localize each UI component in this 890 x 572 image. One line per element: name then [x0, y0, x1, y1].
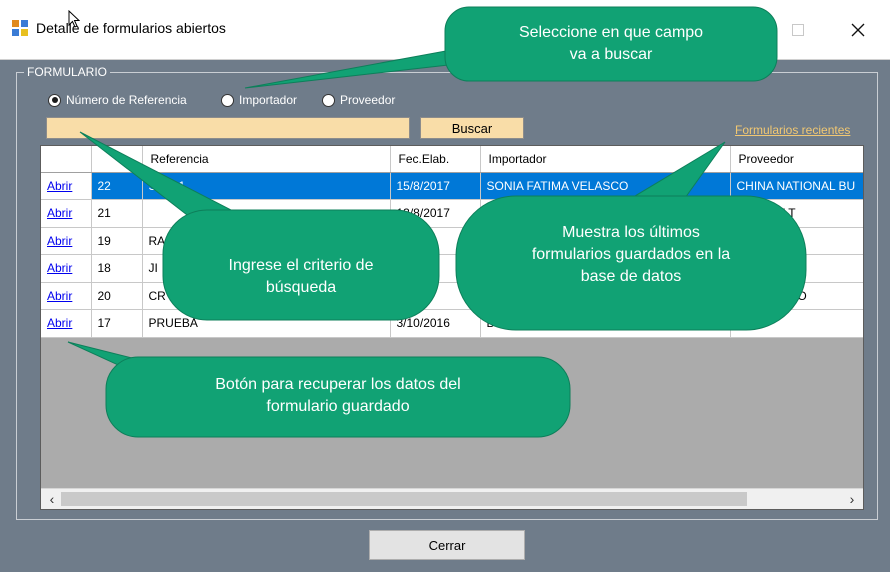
grid-cell-referencia: PRUEBA	[142, 309, 391, 338]
radio-proveedor[interactable]: Proveedor	[322, 92, 395, 108]
grid-cell-id: 21	[91, 199, 143, 228]
radio-checked-icon	[48, 93, 61, 107]
grid-cell-fecha: 15/8/2017	[390, 172, 481, 200]
scrollbar-thumb[interactable]	[61, 492, 747, 506]
callout-line: base de datos	[580, 268, 682, 285]
open-form-link[interactable]: Abrir	[47, 316, 72, 330]
grid-cell-action: Abrir	[41, 309, 92, 338]
column-header-proveedor[interactable]: Proveedor	[730, 146, 863, 173]
grid-cell-action: Abrir	[41, 254, 92, 283]
column-header-referencia[interactable]: Referencia	[142, 146, 391, 173]
recent-forms-link[interactable]: Formularios recientes	[735, 123, 850, 137]
mouse-cursor-icon	[68, 10, 80, 28]
grid-cell-fecha: 3/10/2016	[390, 309, 481, 338]
callout-line: formularios guardados en la	[531, 246, 731, 263]
search-input[interactable]	[46, 117, 410, 139]
radio-importador[interactable]: Importador	[221, 92, 297, 108]
radio-label: Importador	[239, 93, 298, 107]
column-header-importador[interactable]: Importador	[480, 146, 731, 173]
callout-open-button-text: Botón para recuperar los datos del formu…	[106, 374, 570, 418]
open-form-link[interactable]: Abrir	[47, 289, 72, 303]
grid-cell-importador: D	[480, 309, 731, 338]
callout-recent-text: Muestra los últimos formularios guardado…	[456, 222, 806, 288]
grid-cell-referencia	[142, 199, 391, 228]
grid-cell-id: 22	[91, 172, 143, 200]
table-row[interactable]: Abrir 22 SFV01 15/8/2017 SONIA FATIMA VE…	[41, 172, 863, 200]
open-form-link[interactable]: Abrir	[47, 206, 72, 220]
grid-cell-action: Abrir	[41, 172, 92, 200]
column-header-fecha[interactable]: Fec.Elab.	[390, 146, 481, 173]
open-form-link[interactable]: Abrir	[47, 261, 72, 275]
column-header-id[interactable]	[91, 146, 143, 173]
radio-numero-referencia[interactable]: Número de Referencia	[48, 92, 187, 108]
callout-line: va a buscar	[569, 46, 653, 63]
chevron-right-icon[interactable]: ›	[845, 492, 859, 506]
grid-cell-id: 18	[91, 254, 143, 283]
search-button[interactable]: Buscar	[420, 117, 524, 139]
grid-cell-proveedor: CHINA NATIONAL BU	[730, 172, 863, 200]
grid-cell-action: Abrir	[41, 227, 92, 255]
callout-line: Botón para recuperar los datos del	[215, 376, 461, 393]
callout-line: Ingrese el criterio de	[228, 257, 374, 274]
callout-line: formulario guardado	[266, 398, 410, 415]
window-title: Detalle de formularios abiertos	[36, 20, 226, 36]
close-icon[interactable]	[846, 18, 870, 42]
radio-label: Número de Referencia	[66, 93, 187, 107]
app-form-icon	[12, 20, 28, 36]
radio-label: Proveedor	[340, 93, 396, 107]
chevron-left-icon[interactable]: ‹	[45, 492, 59, 506]
callout-field-text: Seleccione en que campo va a buscar	[445, 22, 777, 66]
grid-cell-id: 20	[91, 282, 143, 310]
grid-cell-referencia: SFV01	[142, 172, 391, 200]
callout-criteria-text: Ingrese el criterio de búsqueda	[163, 255, 439, 299]
callout-line: Seleccione en que campo	[518, 24, 704, 41]
grid-cell-referencia: RA	[142, 227, 391, 255]
forms-grid[interactable]: Referencia Fec.Elab. Importador Proveedo…	[40, 145, 864, 510]
horizontal-scrollbar[interactable]: ‹ ›	[41, 488, 863, 509]
grid-header-row: Referencia Fec.Elab. Importador Proveedo…	[41, 146, 863, 173]
grid-cell-importador: SONIA FATIMA VELASCO	[480, 172, 731, 200]
close-button[interactable]: Cerrar	[369, 530, 525, 560]
radio-unchecked-icon	[221, 93, 234, 107]
grid-cell-action: Abrir	[41, 282, 92, 310]
grid-cell-proveedor	[730, 309, 863, 338]
radio-unchecked-icon	[322, 93, 335, 107]
groupbox-label: FORMULARIO	[24, 65, 111, 79]
table-row[interactable]: Abrir 17 PRUEBA 3/10/2016 D	[41, 309, 863, 338]
open-form-link[interactable]: Abrir	[47, 234, 72, 248]
maximize-icon[interactable]	[792, 24, 804, 36]
grid-cell-id: 17	[91, 309, 143, 338]
grid-cell-action: Abrir	[41, 199, 92, 228]
open-form-link[interactable]: Abrir	[47, 179, 72, 193]
callout-line: Muestra los últimos	[562, 224, 700, 241]
grid-cell-id: 19	[91, 227, 143, 255]
column-header-action[interactable]	[41, 146, 92, 173]
callout-line: búsqueda	[265, 279, 337, 296]
